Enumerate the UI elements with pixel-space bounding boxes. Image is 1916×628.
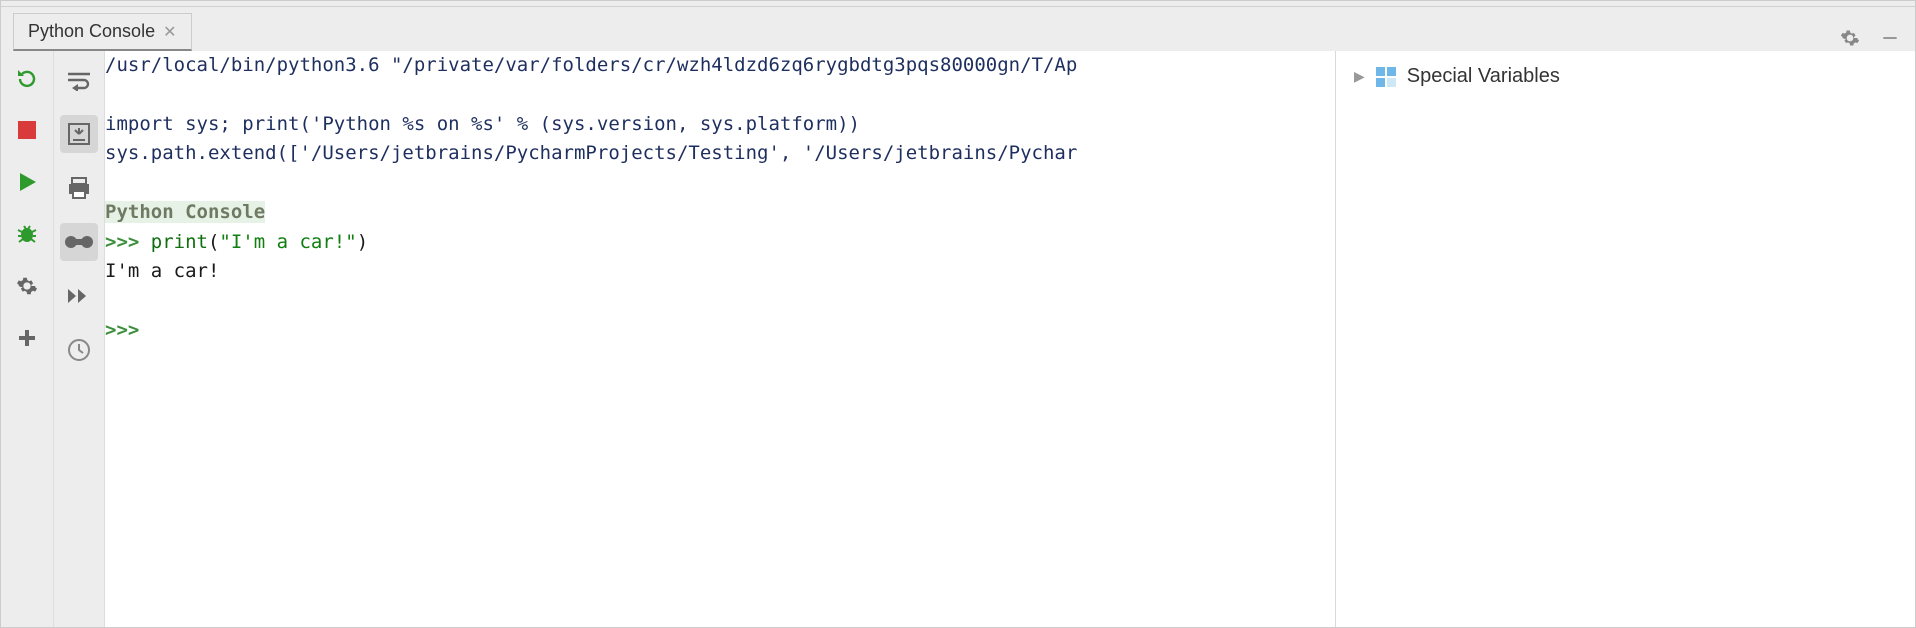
print-button[interactable] — [60, 169, 98, 207]
history-button[interactable] — [60, 331, 98, 369]
left-toolbar — [1, 51, 53, 627]
stdout-line: I'm a car! — [105, 260, 219, 282]
console-output-pane[interactable]: /usr/local/bin/python3.6 "/private/var/f… — [105, 51, 1335, 627]
stop-button[interactable] — [12, 115, 42, 145]
new-console-button[interactable] — [12, 323, 42, 353]
console-area: /usr/local/bin/python3.6 "/private/var/f… — [105, 51, 1915, 627]
soft-wrap-button[interactable] — [60, 61, 98, 99]
show-variables-button[interactable] — [60, 223, 98, 261]
tabs: Python Console ✕ — [1, 7, 192, 51]
console-side-toolbar — [53, 51, 105, 627]
tab-python-console[interactable]: Python Console ✕ — [13, 13, 192, 51]
gear-icon[interactable] — [1837, 25, 1863, 51]
expand-icon[interactable]: ▶ — [1354, 68, 1365, 85]
prompt: >>> — [105, 231, 151, 253]
console-content: /usr/local/bin/python3.6 "/private/var/f… — [105, 51, 1335, 345]
variables-group-icon — [1375, 66, 1397, 88]
tab-actions — [1837, 25, 1907, 51]
code-paren-close: ) — [357, 231, 368, 253]
close-icon[interactable]: ✕ — [163, 22, 176, 42]
minimize-icon[interactable] — [1877, 25, 1903, 51]
import-line: import sys; print('Python %s on %s' % (s… — [105, 113, 860, 135]
tab-label: Python Console — [28, 21, 155, 42]
tab-bar: Python Console ✕ — [1, 7, 1915, 51]
interpreter-line: /usr/local/bin/python3.6 "/private/var/f… — [105, 54, 1077, 76]
code-string: "I'm a car!" — [219, 231, 356, 253]
console-settings-button[interactable] — [12, 271, 42, 301]
execute-selection-button[interactable] — [60, 277, 98, 315]
special-variables-label: Special Variables — [1407, 65, 1560, 88]
code-call: print — [151, 231, 208, 253]
special-variables-node[interactable]: ▶ Special Variables — [1354, 65, 1897, 88]
debug-button[interactable] — [12, 219, 42, 249]
code-paren-open: ( — [208, 231, 219, 253]
run-button[interactable] — [12, 167, 42, 197]
scroll-to-end-button[interactable] — [60, 115, 98, 153]
syspath-line: sys.path.extend(['/Users/jetbrains/Pycha… — [105, 142, 1077, 164]
prompt-empty[interactable]: >>> — [105, 319, 151, 341]
variables-pane: ▶ Special Variables — [1335, 51, 1915, 627]
python-console-tool-window: Python Console ✕ — [0, 0, 1916, 628]
console-body: /usr/local/bin/python3.6 "/private/var/f… — [1, 51, 1915, 627]
rerun-button[interactable] — [12, 63, 42, 93]
console-banner: Python Console — [105, 201, 265, 223]
